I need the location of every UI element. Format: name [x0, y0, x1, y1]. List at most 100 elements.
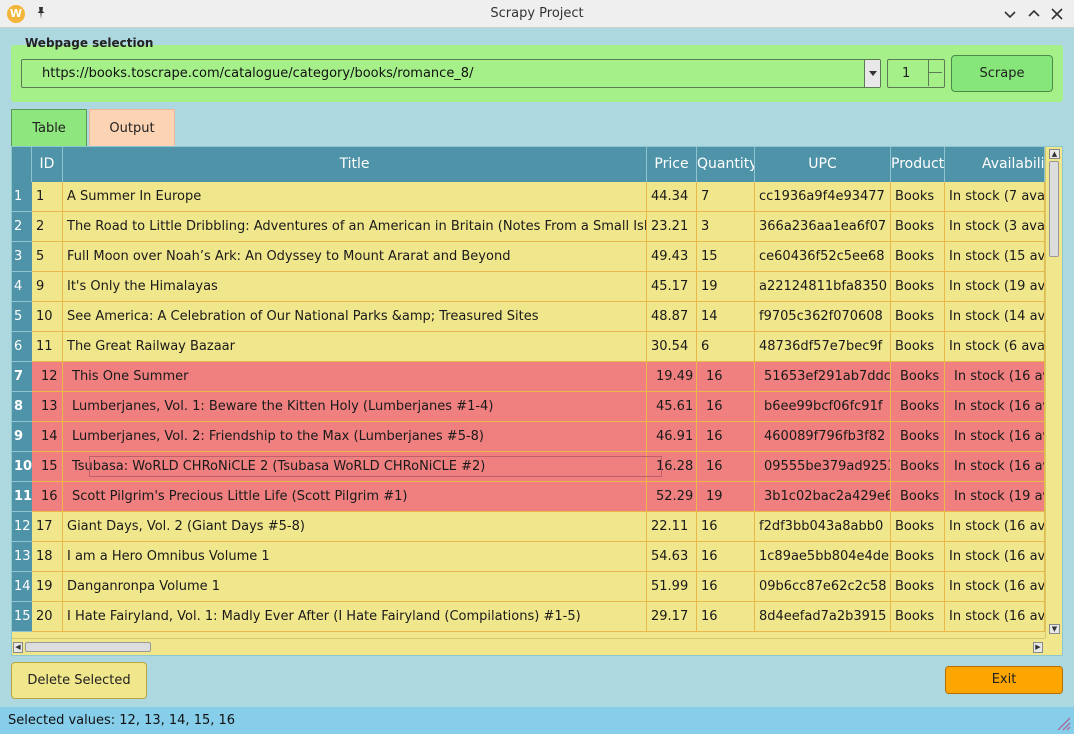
cell-quantity[interactable]: 3	[697, 212, 755, 241]
cell-title[interactable]: The Great Railway Bazaar	[63, 332, 647, 361]
page-count-spinbox[interactable]: 1	[887, 59, 945, 88]
cell-id[interactable]: 19	[32, 572, 63, 601]
cell-id[interactable]: 1	[32, 182, 63, 211]
cell-title[interactable]: Full Moon over Noah’s Ark: An Odyssey to…	[63, 242, 647, 271]
table-row[interactable]: 11 The Great Railway Bazaar 30.54 6 48736df5…	[32, 332, 1045, 362]
table-row[interactable]: 18 I am a Hero Omnibus Volume 1 54.63 16 1c8…	[32, 542, 1045, 572]
cell-id[interactable]: 9	[32, 272, 63, 301]
cell-quantity[interactable]: 16	[697, 362, 755, 391]
horizontal-scroll-thumb[interactable]	[25, 642, 151, 652]
cell-id[interactable]: 10	[32, 302, 63, 331]
cell-availability[interactable]: In stock (16 available)	[945, 542, 1045, 571]
row-header[interactable]: 1	[12, 182, 32, 212]
scroll-down-icon[interactable]: ▼	[1049, 624, 1060, 634]
cell-availability[interactable]: In stock (19 available)	[945, 272, 1045, 301]
row-header[interactable]: 14	[12, 572, 32, 602]
cell-upc[interactable]: f9705c362f070608	[755, 302, 891, 331]
cell-quantity[interactable]: 14	[697, 302, 755, 331]
close-icon[interactable]	[1047, 4, 1067, 24]
scroll-left-icon[interactable]: ◀	[13, 642, 23, 653]
cell-availability[interactable]: In stock (7 available)	[945, 182, 1045, 211]
row-header[interactable]: 3	[12, 242, 32, 272]
column-header-title[interactable]: Title	[63, 147, 647, 182]
cell-product[interactable]: Books	[891, 542, 945, 571]
cell-upc[interactable]: 09555be379ad9253	[755, 452, 891, 481]
row-header[interactable]: 10	[12, 452, 32, 482]
column-header-availability[interactable]: Availability	[945, 147, 1045, 182]
tab-output[interactable]: Output	[89, 109, 175, 146]
maximize-icon[interactable]	[1024, 4, 1044, 24]
column-header-upc[interactable]: UPC	[755, 147, 891, 182]
cell-product[interactable]: Books	[891, 302, 945, 331]
cell-product[interactable]: Books	[891, 482, 945, 511]
scrape-button[interactable]: Scrape	[951, 55, 1053, 92]
cell-quantity[interactable]: 7	[697, 182, 755, 211]
cell-availability[interactable]: In stock (16 available)	[945, 512, 1045, 541]
delete-selected-button[interactable]: Delete Selected	[11, 662, 147, 699]
cell-price[interactable]: 51.99	[647, 572, 697, 601]
column-header-product[interactable]: Product	[891, 147, 945, 182]
cell-quantity[interactable]: 16	[697, 602, 755, 631]
table-row[interactable]: 15 Tsubasa: WoRLD CHRoNiCLE 2 (Tsubasa Wo…	[32, 452, 1045, 482]
row-header[interactable]: 15	[12, 602, 32, 632]
cell-availability[interactable]: In stock (14 available)	[945, 302, 1045, 331]
cell-product[interactable]: Books	[891, 362, 945, 391]
cell-upc[interactable]: 460089f796fb3f82	[755, 422, 891, 451]
cell-product[interactable]: Books	[891, 182, 945, 211]
row-header[interactable]: 2	[12, 212, 32, 242]
books-table[interactable]: ID Title Price Quantity UPC Product Avai…	[11, 146, 1063, 656]
cell-upc[interactable]: 51653ef291ab7ddc	[755, 362, 891, 391]
minimize-icon[interactable]	[1000, 4, 1020, 24]
cell-product[interactable]: Books	[891, 452, 945, 481]
row-header[interactable]: 8	[12, 392, 32, 422]
cell-price[interactable]: 54.63	[647, 542, 697, 571]
vertical-scrollbar[interactable]: ▲ ▼	[1045, 147, 1062, 638]
cell-id[interactable]: 2	[32, 212, 63, 241]
cell-id[interactable]: 12	[32, 362, 63, 391]
corner-header[interactable]	[12, 147, 32, 182]
cell-id[interactable]: 16	[32, 482, 63, 511]
cell-price[interactable]: 23.21	[647, 212, 697, 241]
cell-upc[interactable]: f2df3bb043a8abb0	[755, 512, 891, 541]
cell-title[interactable]: Danganronpa Volume 1	[63, 572, 647, 601]
table-row[interactable]: 12 This One Summer 19.49 16 51653ef291ab7ddc…	[32, 362, 1045, 392]
cell-price[interactable]: 29.17	[647, 602, 697, 631]
cell-id[interactable]: 5	[32, 242, 63, 271]
column-header-quantity[interactable]: Quantity	[697, 147, 755, 182]
cell-price[interactable]: 46.91	[647, 422, 697, 451]
cell-id[interactable]: 14	[32, 422, 63, 451]
cell-quantity[interactable]: 15	[697, 242, 755, 271]
table-row[interactable]: 14 Lumberjanes, Vol. 2: Friendship to the…	[32, 422, 1045, 452]
table-row[interactable]: 5 Full Moon over Noah’s Ark: An Odyssey t…	[32, 242, 1045, 272]
chevron-down-icon[interactable]	[864, 60, 880, 87]
cell-title[interactable]: It's Only the Himalayas	[63, 272, 647, 301]
cell-product[interactable]: Books	[891, 422, 945, 451]
cell-upc[interactable]: 366a236aa1ea6f07	[755, 212, 891, 241]
table-row[interactable]: 2 The Road to Little Dribbling: Adventure…	[32, 212, 1045, 242]
cell-product[interactable]: Books	[891, 602, 945, 631]
cell-price[interactable]: 44.34	[647, 182, 697, 211]
resize-grip-icon[interactable]	[1055, 715, 1071, 731]
table-row[interactable]: 9 It's Only the Himalayas 45.17 19 a22124811…	[32, 272, 1045, 302]
scroll-right-icon[interactable]: ▶	[1033, 642, 1043, 653]
cell-product[interactable]: Books	[891, 272, 945, 301]
cell-product[interactable]: Books	[891, 242, 945, 271]
table-row[interactable]: 20 I Hate Fairyland, Vol. 1: Madly Ever A…	[32, 602, 1045, 632]
cell-title[interactable]: I Hate Fairyland, Vol. 1: Madly Ever Aft…	[63, 602, 647, 631]
table-row[interactable]: 16 Scott Pilgrim's Precious Little Life (…	[32, 482, 1045, 512]
cell-quantity[interactable]: 16	[697, 452, 755, 481]
cell-price[interactable]: 48.87	[647, 302, 697, 331]
horizontal-scrollbar[interactable]: ◀ ▶	[12, 638, 1045, 655]
cell-price[interactable]: 49.43	[647, 242, 697, 271]
tab-table[interactable]: Table	[11, 109, 87, 146]
cell-availability[interactable]: In stock (16 available)	[945, 572, 1045, 601]
cell-title[interactable]: Giant Days, Vol. 2 (Giant Days #5-8)	[63, 512, 647, 541]
cell-price[interactable]: 45.61	[647, 392, 697, 421]
row-header[interactable]: 7	[12, 362, 32, 392]
column-header-id[interactable]: ID	[32, 147, 63, 182]
cell-title[interactable]: This One Summer	[63, 362, 647, 391]
cell-upc[interactable]: cc1936a9f4e93477	[755, 182, 891, 211]
cell-product[interactable]: Books	[891, 512, 945, 541]
cell-id[interactable]: 17	[32, 512, 63, 541]
cell-id[interactable]: 18	[32, 542, 63, 571]
